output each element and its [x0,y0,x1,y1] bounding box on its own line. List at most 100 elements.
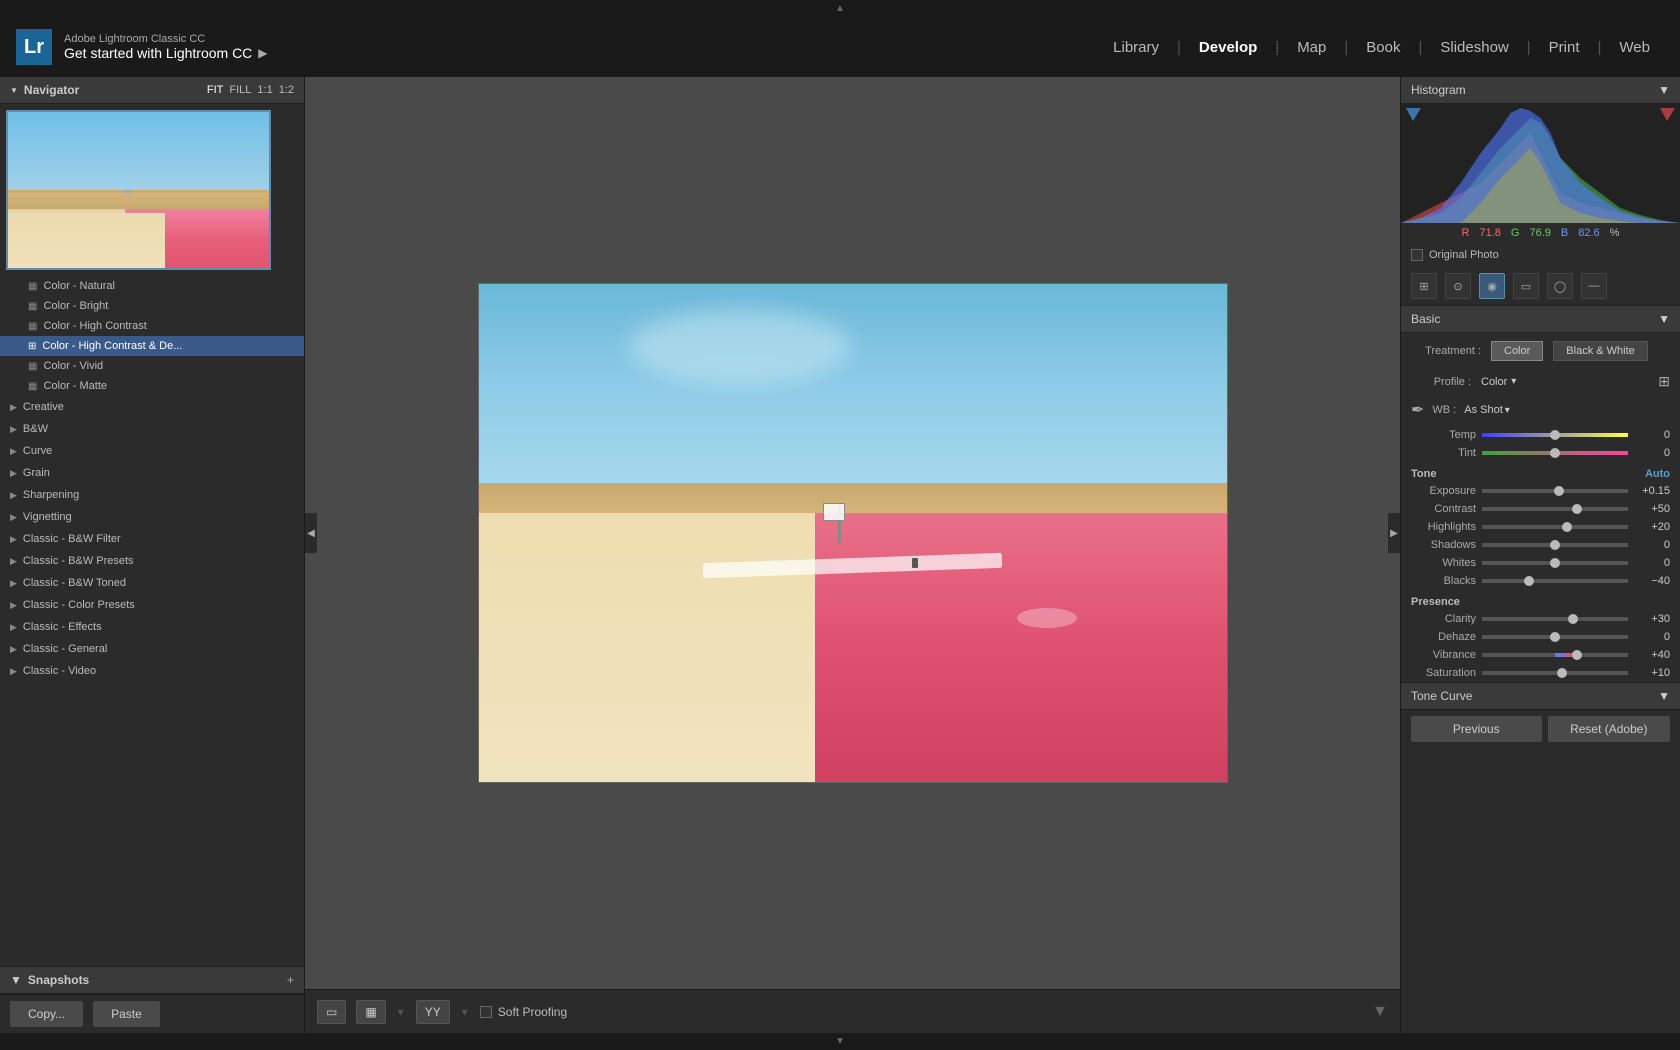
zoom-fill[interactable]: FILL [229,84,251,96]
graduated-filter-tool[interactable]: ▭ [1513,273,1539,299]
zoom-fit[interactable]: FIT [207,84,224,96]
adjustment-brush-tool[interactable]: — [1581,273,1607,299]
soft-proofing-toggle[interactable]: Soft Proofing [480,1005,567,1019]
original-photo-checkbox[interactable] [1411,249,1423,261]
shadows-thumb[interactable] [1550,540,1560,550]
top-collapse-arrow[interactable]: ▲ [0,0,1680,17]
nav-slideshow[interactable]: Slideshow [1426,35,1522,60]
tint-slider[interactable] [1482,451,1628,455]
zoom-1to2[interactable]: 1:2 [279,84,294,96]
highlights-thumb[interactable] [1562,522,1572,532]
clarity-slider[interactable] [1482,617,1628,621]
presets-list: ▦ Color - Natural ▦ Color - Bright ▦ Col… [0,276,304,966]
temp-thumb[interactable] [1550,430,1560,440]
tone-curve-triangle[interactable]: ▼ [1658,689,1670,703]
preset-group-classic-general[interactable]: ▶ Classic - General [0,638,304,660]
redeye-tool[interactable]: ◉ [1479,273,1505,299]
basic-section-triangle[interactable]: ▼ [1658,312,1670,326]
vibrance-slider[interactable] [1482,653,1628,657]
histogram-header: Histogram ▼ [1401,77,1680,103]
nav-web[interactable]: Web [1605,35,1664,60]
view-single-button[interactable]: ▭ [317,1000,346,1024]
preset-group-classic-video[interactable]: ▶ Classic - Video [0,660,304,682]
wb-value-text: As Shot [1464,404,1503,416]
crop-tool[interactable]: ⊞ [1411,273,1437,299]
wb-value[interactable]: As Shot ▾ [1464,404,1510,416]
preset-group-bw[interactable]: ▶ B&W [0,418,304,440]
group-expand-icon: ▶ [10,622,17,633]
preset-group-grain[interactable]: ▶ Grain [0,462,304,484]
exposure-slider[interactable] [1482,489,1628,493]
eyedropper-icon[interactable]: ✒ [1411,400,1424,420]
left-collapse-button[interactable]: ◀ [305,513,317,553]
preset-color-vivid[interactable]: ▦ Color - Vivid [0,356,304,376]
clarity-thumb[interactable] [1568,614,1578,624]
paste-button[interactable]: Paste [93,1001,160,1027]
snapshots-title[interactable]: ▼ Snapshots [10,973,89,987]
tagline-arrow: ▶ [258,46,267,60]
tagline-text: Get started with Lightroom CC [64,45,252,61]
preset-group-classic-bwfilter[interactable]: ▶ Classic - B&W Filter [0,528,304,550]
right-collapse-button[interactable]: ▶ [1388,513,1400,553]
histogram-triangle[interactable]: ▼ [1658,83,1670,97]
view-grid-button[interactable]: ▦ [356,1000,385,1024]
preset-group-classic-colorpresets[interactable]: ▶ Classic - Color Presets [0,594,304,616]
navigator-thumbnail[interactable] [0,104,304,276]
auto-button[interactable]: Auto [1645,468,1670,480]
preset-color-natural[interactable]: ▦ Color - Natural [0,276,304,296]
profile-value[interactable]: Color ▾ [1481,376,1516,388]
contrast-thumb[interactable] [1572,504,1582,514]
preset-color-high-contrast[interactable]: ▦ Color - High Contrast [0,316,304,336]
group-expand-icon: ▶ [10,468,17,479]
preset-group-classic-bwtoned[interactable]: ▶ Classic - B&W Toned [0,572,304,594]
nav-map[interactable]: Map [1283,35,1340,60]
vibrance-thumb[interactable] [1572,650,1582,660]
spot-removal-tool[interactable]: ⊙ [1445,273,1471,299]
temp-slider[interactable] [1482,433,1628,437]
nav-book[interactable]: Book [1352,35,1414,60]
blacks-value: −40 [1634,575,1670,587]
preset-group-curve[interactable]: ▶ Curve [0,440,304,462]
nav-print[interactable]: Print [1535,35,1594,60]
preset-color-matte[interactable]: ▦ Color - Matte [0,376,304,396]
highlights-slider[interactable] [1482,525,1628,529]
soft-proofing-checkbox[interactable] [480,1006,492,1018]
nav-develop[interactable]: Develop [1185,35,1271,60]
preset-group-vignetting[interactable]: ▶ Vignetting [0,506,304,528]
copy-button[interactable]: Copy... [10,1001,83,1027]
zoom-1to1[interactable]: 1:1 [257,84,272,96]
bw-treatment-button[interactable]: Black & White [1553,341,1647,361]
preset-group-sharpening[interactable]: ▶ Sharpening [0,484,304,506]
dehaze-slider[interactable] [1482,635,1628,639]
right-panel: Histogram ▼ [1400,77,1680,1033]
navigator-title[interactable]: ▼ Navigator [10,83,79,97]
shadows-slider[interactable] [1482,543,1628,547]
preset-icon: ▦ [28,321,37,332]
radial-filter-tool[interactable]: ◯ [1547,273,1573,299]
previous-button[interactable]: Previous [1411,716,1542,742]
exposure-thumb[interactable] [1554,486,1564,496]
bottom-collapse-arrow[interactable]: ▼ [0,1033,1680,1050]
preset-group-classic-bwpresets[interactable]: ▶ Classic - B&W Presets [0,550,304,572]
preset-group-creative[interactable]: ▶ Creative [0,396,304,418]
app-tagline[interactable]: Get started with Lightroom CC ▶ [64,45,268,61]
contrast-slider[interactable] [1482,507,1628,511]
color-treatment-button[interactable]: Color [1491,341,1543,361]
nav-library[interactable]: Library [1099,35,1173,60]
saturation-slider[interactable] [1482,671,1628,675]
preset-color-bright[interactable]: ▦ Color - Bright [0,296,304,316]
tint-thumb[interactable] [1550,448,1560,458]
whites-slider[interactable] [1482,561,1628,565]
reset-button[interactable]: Reset (Adobe) [1548,716,1671,742]
snapshots-add-icon[interactable]: + [287,973,294,987]
preset-group-classic-effects[interactable]: ▶ Classic - Effects [0,616,304,638]
dehaze-thumb[interactable] [1550,632,1560,642]
blacks-slider[interactable] [1482,579,1628,583]
profile-grid-icon[interactable]: ⊞ [1658,373,1670,390]
toolbar-expand-icon[interactable]: ▼ [1372,1003,1388,1021]
whites-thumb[interactable] [1550,558,1560,568]
blacks-thumb[interactable] [1524,576,1534,586]
saturation-thumb[interactable] [1557,668,1567,678]
preset-color-high-contrast-de[interactable]: ⊞ Color - High Contrast & De... [0,336,304,356]
compare-button[interactable]: YY [416,1000,450,1024]
